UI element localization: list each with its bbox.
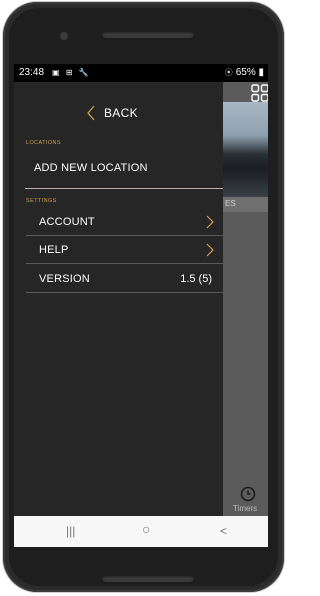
timer-label: Timers [233,504,258,513]
menu-item-label: VERSION [39,273,90,285]
menu-item-help[interactable]: HELP [26,236,223,264]
back-label: BACK [104,106,138,120]
row-divider [26,292,223,293]
home-button[interactable]: ○ [142,521,150,537]
menu-item-label: ACCOUNT [39,216,95,228]
chevron-left-icon [87,105,95,121]
recent-apps-button[interactable]: ||| [66,524,75,538]
notification-icons: ▣ ⊞ 🔧 [52,68,91,77]
timer-icon[interactable] [240,486,256,502]
navigation-drawer: BACK LOCATIONS ADD NEW LOCATION SETTINGS… [14,82,223,516]
screen: 23:48 ▣ ⊞ 🔧 ⦿ 65% ▮ ES Timers BACK LOCATI… [14,64,268,547]
menu-item-version: VERSION 1.5 (5) [26,265,223,293]
battery-icon: ▮ [255,67,264,78]
row-divider [26,263,223,264]
menu-item-label: HELP [39,244,69,256]
grid-icon[interactable] [251,84,268,102]
back-button[interactable]: BACK [86,102,166,124]
system-nav-bar: ||| ○ < [14,516,268,547]
bottom-speaker [102,575,194,582]
back-nav-button[interactable]: < [220,524,227,538]
locations-section-header: LOCATIONS [26,140,61,146]
settings-section-header: SETTINGS [26,198,57,204]
earpiece-speaker [102,31,194,38]
version-value: 1.5 (5) [180,273,212,285]
background-tab-text: ES [225,199,236,208]
status-right: ⦿ 65% ▮ [225,64,264,82]
battery-level: 65% [235,67,256,78]
divider [25,188,223,189]
location-photo [223,102,268,197]
chevron-right-icon [206,215,214,229]
front-camera [60,32,68,40]
chevron-right-icon [206,243,214,257]
status-bar: 23:48 ▣ ⊞ 🔧 ⦿ 65% ▮ [14,64,268,82]
add-new-location-button[interactable]: ADD NEW LOCATION [34,162,148,174]
wifi-icon: ⦿ [224,68,233,77]
menu-item-account[interactable]: ACCOUNT [26,208,223,236]
status-time: 23:48 [19,67,45,78]
